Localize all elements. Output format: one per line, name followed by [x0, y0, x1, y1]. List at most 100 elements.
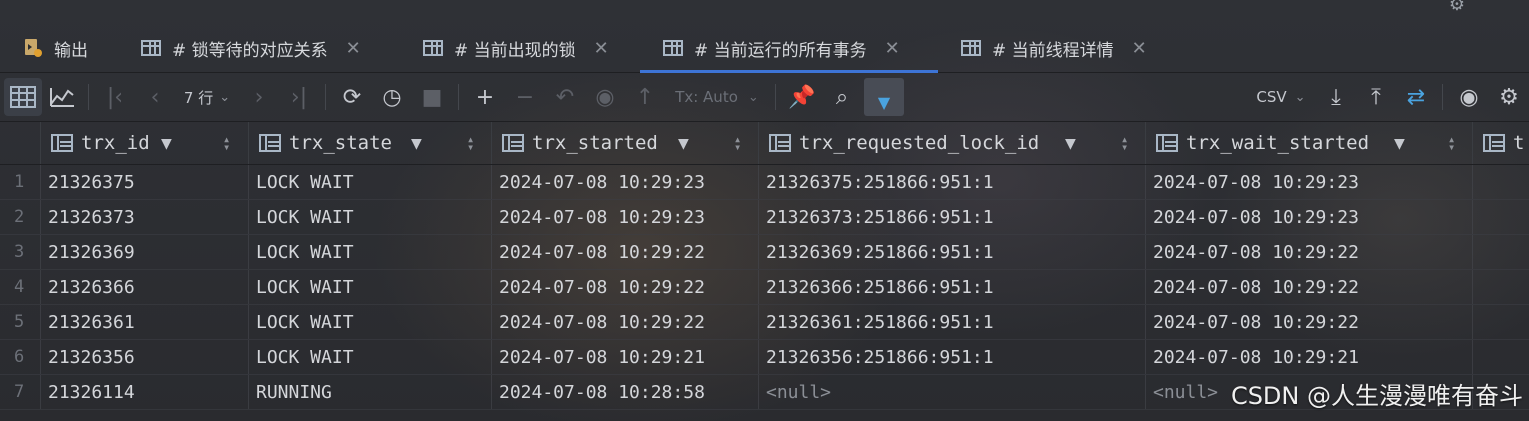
compare-icon[interactable]: ⇄ — [1396, 73, 1436, 121]
table-cell-trx-state[interactable]: LOCK WAIT — [249, 340, 492, 374]
sort-icon[interactable]: ▴ ▾ — [1448, 133, 1455, 153]
column-header-trx-state[interactable]: trx_state ▼ ▴ ▾ — [249, 122, 492, 164]
first-page-icon[interactable]: |‹ — [95, 73, 135, 121]
filter-toggle[interactable]: ▼ — [862, 73, 906, 121]
table-cell-trx-requested-lock-id[interactable]: 21326361:251866:951:1 — [759, 305, 1146, 339]
filter-icon[interactable]: ▼ — [1394, 133, 1405, 154]
filter-icon[interactable]: ▼ — [678, 133, 689, 154]
delete-row-icon[interactable]: − — [505, 73, 545, 121]
table-cell-trx-started[interactable]: 2024-07-08 10:29:23 — [492, 200, 759, 234]
tab-current-locks[interactable]: # 当前出现的锁 ✕ — [400, 24, 640, 72]
column-icon — [259, 134, 281, 152]
table-cell-trx-id[interactable]: 21326366 — [41, 270, 249, 304]
column-header-trx-started[interactable]: trx_started ▼ ▴ ▾ — [492, 122, 759, 164]
stop-icon[interactable]: ■ — [412, 73, 452, 121]
column-header-truncated[interactable]: t — [1473, 122, 1529, 164]
column-header-trx-id[interactable]: trx_id ▼ ▴ ▾ — [41, 122, 249, 164]
close-icon[interactable]: ✕ — [346, 38, 361, 59]
table-cell-trx-requested-lock-id[interactable]: 21326369:251866:951:1 — [759, 235, 1146, 269]
next-page-icon[interactable]: › — [239, 73, 279, 121]
table-cell-trx-id[interactable]: 21326356 — [41, 340, 249, 374]
table-row[interactable]: 3 21326369 LOCK WAIT 2024-07-08 10:29:22 213… — [0, 235, 1529, 270]
grid-body: 1 21326375 LOCK WAIT 2024-07-08 10:29:23 213… — [0, 165, 1529, 410]
table-row[interactable]: 6 21326356 LOCK WAIT 2024-07-08 10:29:21 213… — [0, 340, 1529, 375]
column-header-trx-wait-started[interactable]: trx_wait_started ▼ ▴ ▾ — [1146, 122, 1473, 164]
table-view-icon[interactable] — [4, 78, 42, 116]
table-cell-trx-state[interactable]: RUNNING — [249, 375, 492, 409]
table-row[interactable]: 4 21326366 LOCK WAIT 2024-07-08 10:29:22 213… — [0, 270, 1529, 305]
eye-icon[interactable]: ◉ — [1449, 73, 1489, 121]
pin-icon[interactable]: 📌 — [782, 73, 822, 121]
table-cell-trx-requested-lock-id[interactable]: 21326366:251866:951:1 — [759, 270, 1146, 304]
chart-view-icon[interactable] — [42, 73, 82, 121]
table-cell-trx-requested-lock-id[interactable]: 21326373:251866:951:1 — [759, 200, 1146, 234]
table-cell-trx-id[interactable]: 21326373 — [41, 200, 249, 234]
table-cell-trx-wait-started[interactable]: 2024-07-08 10:29:22 — [1146, 270, 1473, 304]
download-icon[interactable]: ⤓ — [1316, 73, 1356, 121]
tab-lock-wait-relations[interactable]: # 锁等待的对应关系 ✕ — [118, 24, 400, 72]
filter-icon[interactable]: ▼ — [411, 133, 422, 154]
table-row[interactable]: 5 21326361 LOCK WAIT 2024-07-08 10:29:22 213… — [0, 305, 1529, 340]
table-cell-truncated[interactable] — [1473, 340, 1529, 374]
tab-thread-details[interactable]: # 当前线程详情 ✕ — [938, 24, 1168, 72]
filter-icon[interactable]: ▼ — [161, 133, 172, 154]
table-cell-trx-state[interactable]: LOCK WAIT — [249, 305, 492, 339]
add-row-icon[interactable]: + — [465, 73, 505, 121]
table-cell-trx-wait-started[interactable]: 2024-07-08 10:29:22 — [1146, 305, 1473, 339]
table-cell-trx-id[interactable]: 21326361 — [41, 305, 249, 339]
tab-running-transactions[interactable]: # 当前运行的所有事务 ✕ — [640, 24, 938, 73]
column-header-trx-requested-lock-id[interactable]: trx_requested_lock_id ▼ ▴ ▾ — [759, 122, 1146, 164]
table-cell-trx-wait-started[interactable]: 2024-07-08 10:29:22 — [1146, 235, 1473, 269]
table-cell-trx-wait-started[interactable]: 2024-07-08 10:29:23 — [1146, 200, 1473, 234]
table-cell-trx-wait-started[interactable]: 2024-07-08 10:29:23 — [1146, 165, 1473, 199]
table-cell-trx-started[interactable]: 2024-07-08 10:29:22 — [492, 305, 759, 339]
row-count-select[interactable]: 7 行 ⌄ — [175, 73, 239, 121]
table-cell-truncated[interactable] — [1473, 165, 1529, 199]
table-row[interactable]: 2 21326373 LOCK WAIT 2024-07-08 10:29:23 213… — [0, 200, 1529, 235]
refresh-icon[interactable]: ⟳ — [332, 73, 372, 121]
table-cell-truncated[interactable] — [1473, 270, 1529, 304]
table-cell-truncated[interactable] — [1473, 235, 1529, 269]
sort-icon[interactable]: ▴ ▾ — [734, 133, 741, 153]
settings-gear-icon[interactable]: ⚙ — [1489, 73, 1529, 121]
table-cell-trx-started[interactable]: 2024-07-08 10:28:58 — [492, 375, 759, 409]
export-format-select[interactable]: CSV ⌄ — [1246, 73, 1316, 121]
table-cell-trx-wait-started[interactable]: 2024-07-08 10:29:21 — [1146, 340, 1473, 374]
table-cell-trx-id[interactable]: 21326375 — [41, 165, 249, 199]
toolbar-divider — [325, 84, 326, 110]
upload-icon[interactable]: ⤒ — [1356, 73, 1396, 121]
previous-page-icon[interactable]: ‹ — [135, 73, 175, 121]
close-icon[interactable]: ✕ — [885, 38, 900, 59]
last-page-icon[interactable]: ›| — [279, 73, 319, 121]
sort-icon[interactable]: ▴ ▾ — [223, 133, 230, 153]
close-icon[interactable]: ✕ — [1132, 38, 1147, 59]
table-cell-trx-requested-lock-id[interactable]: 21326375:251866:951:1 — [759, 165, 1146, 199]
table-cell-trx-state[interactable]: LOCK WAIT — [249, 270, 492, 304]
transaction-mode-select[interactable]: Tx: Auto ⌄ — [665, 73, 769, 121]
sort-icon[interactable]: ▴ ▾ — [1121, 133, 1128, 153]
table-row[interactable]: 1 21326375 LOCK WAIT 2024-07-08 10:29:23 213… — [0, 165, 1529, 200]
table-cell-trx-started[interactable]: 2024-07-08 10:29:22 — [492, 270, 759, 304]
table-cell-trx-id[interactable]: 21326114 — [41, 375, 249, 409]
gear-icon[interactable]: ⚙ — [1449, 0, 1465, 15]
table-cell-trx-started[interactable]: 2024-07-08 10:29:22 — [492, 235, 759, 269]
preview-changes-icon[interactable]: ◉ — [585, 73, 625, 121]
table-cell-trx-requested-lock-id[interactable]: 21326356:251866:951:1 — [759, 340, 1146, 374]
sort-icon[interactable]: ▴ ▾ — [467, 133, 474, 153]
table-cell-trx-state[interactable]: LOCK WAIT — [249, 235, 492, 269]
table-cell-truncated[interactable] — [1473, 200, 1529, 234]
table-cell-trx-state[interactable]: LOCK WAIT — [249, 165, 492, 199]
filter-icon[interactable]: ▼ — [1065, 133, 1076, 154]
revert-icon[interactable]: ↶ — [545, 73, 585, 121]
table-cell-trx-requested-lock-id[interactable]: <null> — [759, 375, 1146, 409]
table-cell-truncated[interactable] — [1473, 305, 1529, 339]
submit-icon[interactable]: ↑ — [625, 73, 665, 121]
table-cell-trx-started[interactable]: 2024-07-08 10:29:23 — [492, 165, 759, 199]
history-icon[interactable]: ◷ — [372, 73, 412, 121]
table-cell-trx-id[interactable]: 21326369 — [41, 235, 249, 269]
close-icon[interactable]: ✕ — [594, 38, 609, 59]
tab-output[interactable]: 输出 — [0, 24, 118, 72]
search-icon[interactable]: ⌕ — [822, 73, 862, 121]
table-cell-trx-started[interactable]: 2024-07-08 10:29:21 — [492, 340, 759, 374]
table-cell-trx-state[interactable]: LOCK WAIT — [249, 200, 492, 234]
